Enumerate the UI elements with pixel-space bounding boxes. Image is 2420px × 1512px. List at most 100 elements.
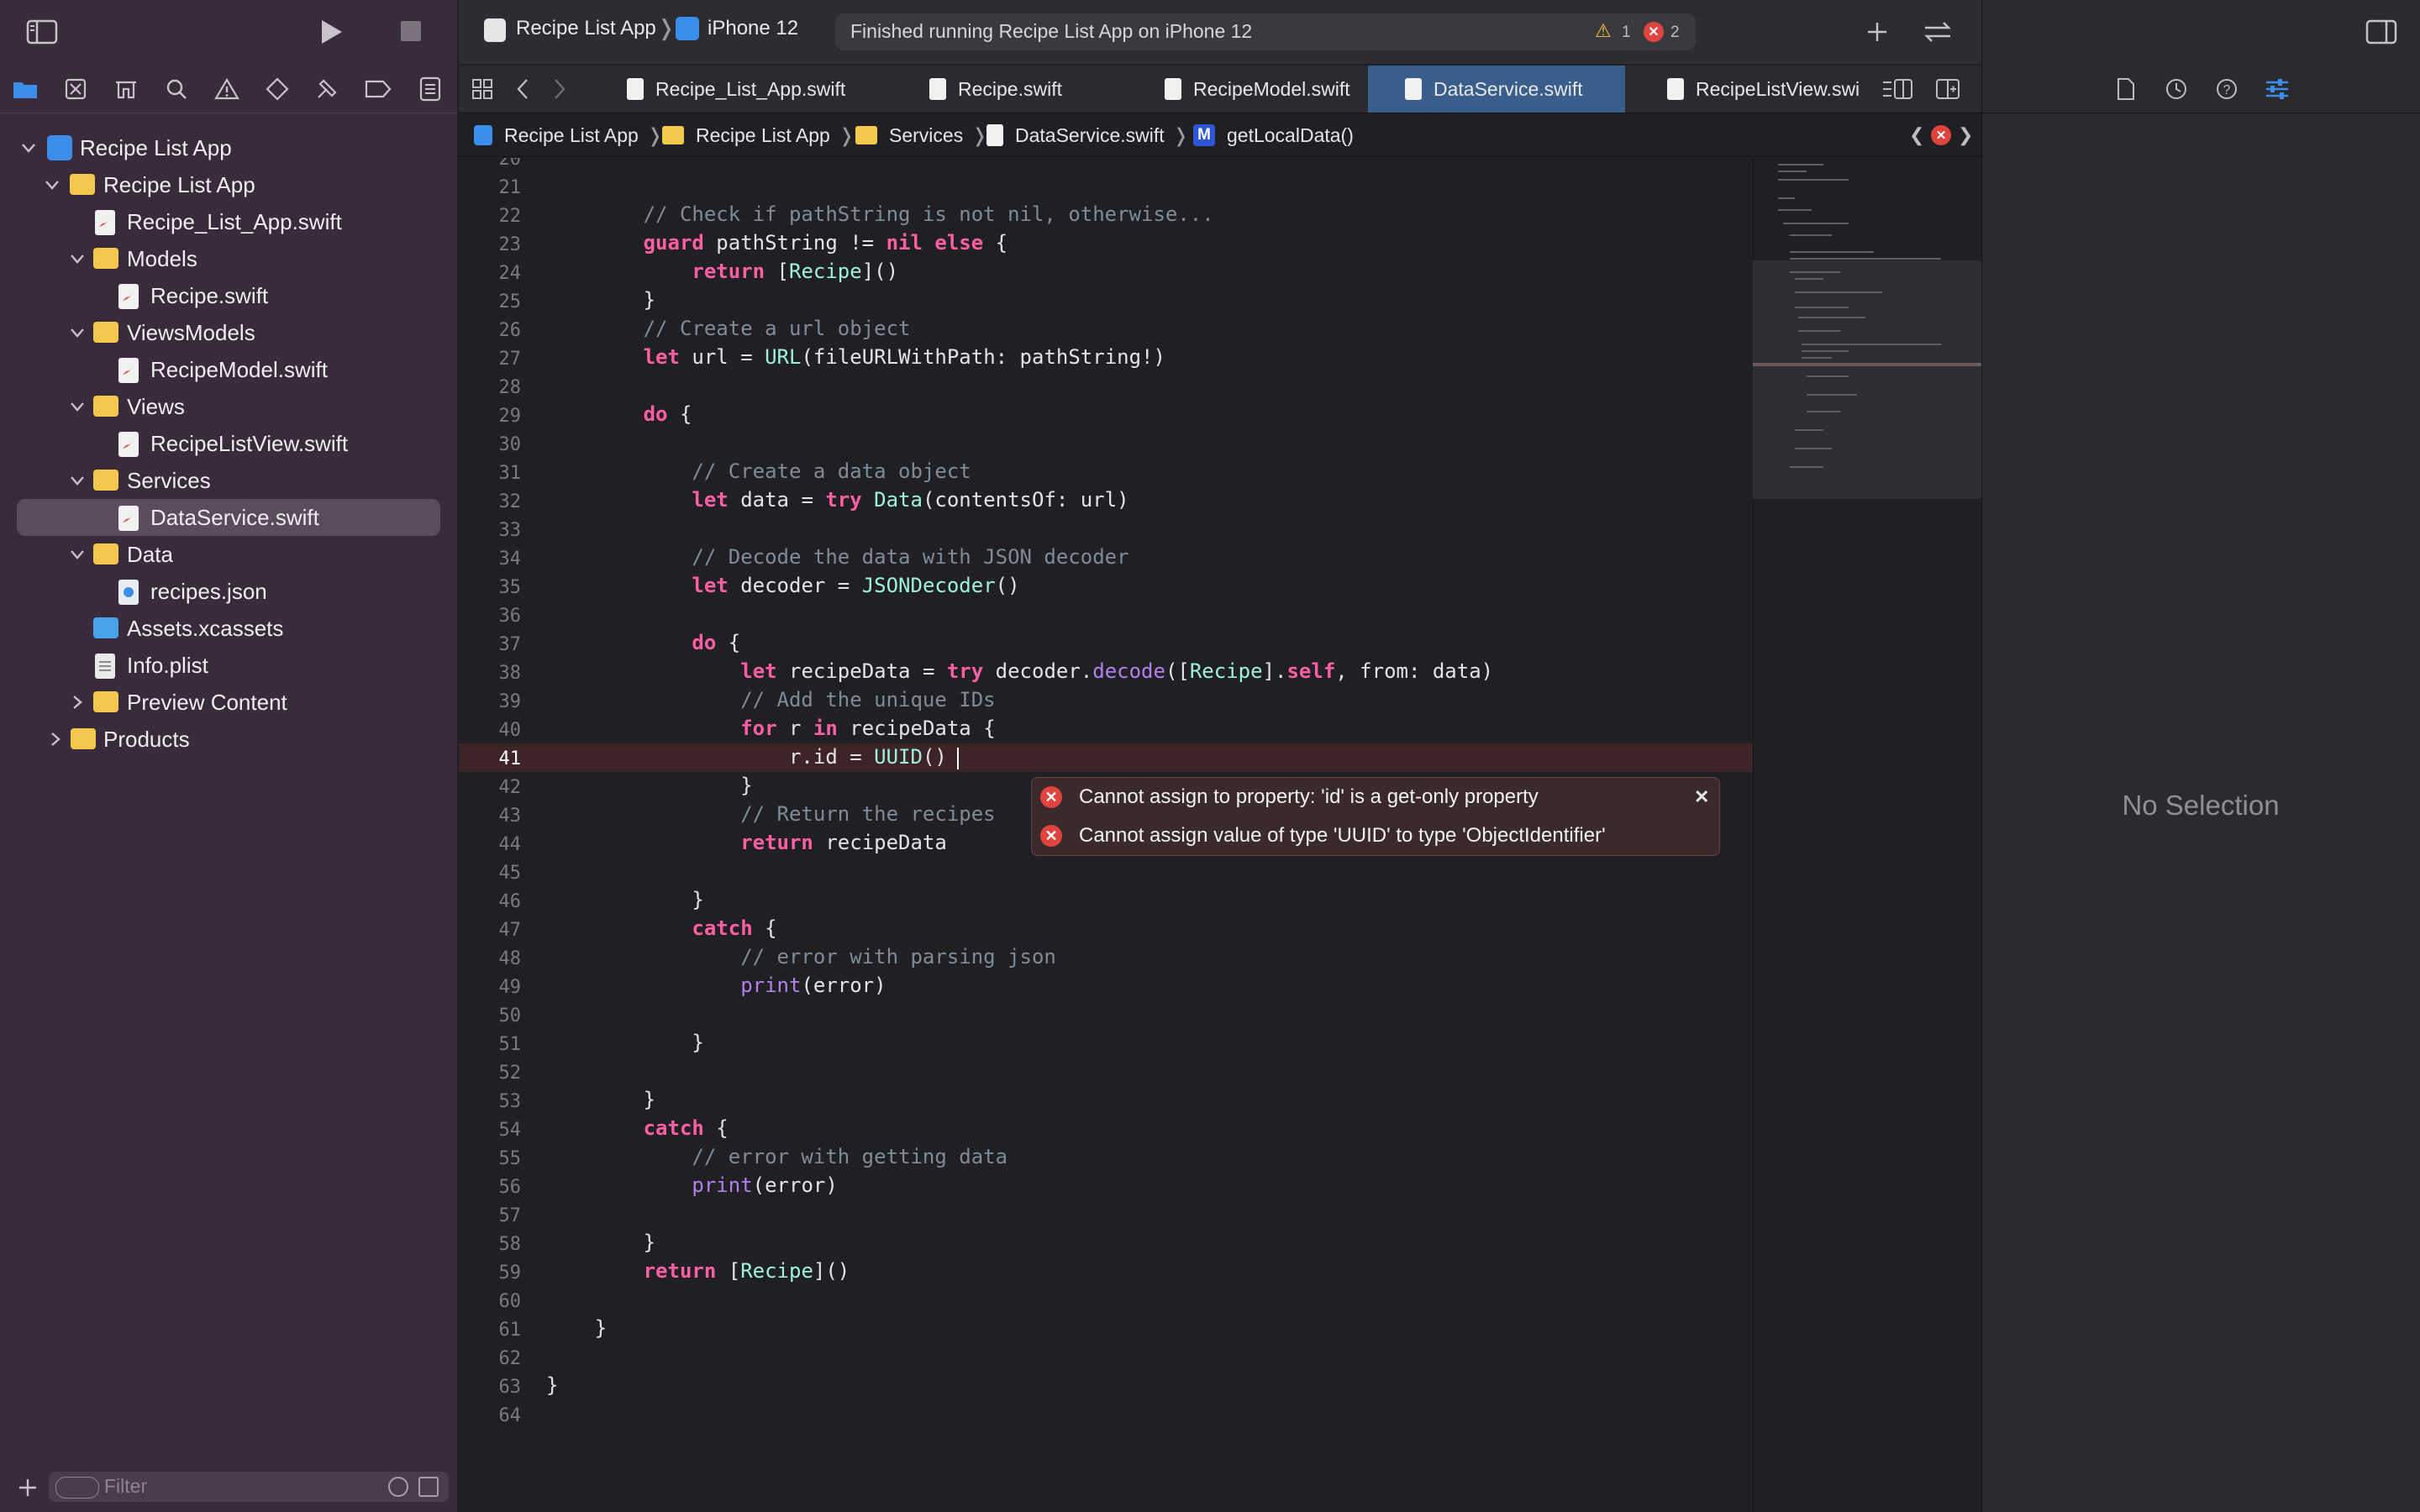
chevron-down-icon[interactable]	[69, 472, 86, 489]
help-icon[interactable]: ?	[2213, 76, 2240, 102]
scheme-selector[interactable]: Recipe List App	[516, 17, 656, 40]
breadcrumb-services[interactable]: Services ❭	[855, 114, 987, 156]
tree-item-folder[interactable]: Services	[0, 462, 457, 499]
chevron-down-icon[interactable]	[20, 139, 37, 156]
code-review-icon[interactable]	[1921, 17, 1954, 47]
code-line[interactable]: }	[546, 1088, 655, 1111]
filter-options-icon[interactable]	[55, 1477, 99, 1499]
code-line[interactable]: }	[546, 774, 752, 797]
code-line[interactable]: let url = URL(fileURLWithPath: pathStrin…	[546, 345, 1165, 369]
test-icon[interactable]	[262, 74, 292, 104]
editor-options-icon[interactable]	[1879, 76, 1916, 102]
tree-item-file[interactable]: RecipeModel.swift	[0, 351, 457, 388]
close-icon[interactable]: ✕	[1694, 786, 1709, 808]
breakpoint-icon[interactable]	[363, 74, 393, 104]
chevron-right-icon[interactable]	[47, 731, 64, 748]
recent-files-icon[interactable]	[388, 1477, 408, 1497]
previous-issue-icon[interactable]: ❮	[1909, 124, 1924, 146]
tab-recipe[interactable]: Recipe.swift	[879, 66, 1131, 113]
tree-item-folder[interactable]: Recipe List App	[0, 166, 457, 203]
code-line[interactable]: }	[546, 1231, 655, 1254]
code-line[interactable]: }	[546, 1373, 558, 1397]
code-line[interactable]: }	[546, 1316, 607, 1340]
activity-status[interactable]: Finished running Recipe List App on iPho…	[835, 13, 1696, 50]
symbol-icon[interactable]	[111, 74, 141, 104]
folder-icon[interactable]	[10, 74, 40, 104]
attributes-icon[interactable]	[2264, 76, 2291, 102]
code-line[interactable]: catch {	[546, 916, 776, 940]
tab-recipe-model[interactable]: RecipeModel.swift	[1131, 66, 1383, 113]
code-line[interactable]: guard pathString != nil else {	[546, 231, 1008, 255]
code-line[interactable]: return recipeData	[546, 831, 947, 854]
add-icon[interactable]	[1862, 17, 1892, 47]
breadcrumb-file[interactable]: DataService.swift ❭	[986, 114, 1189, 156]
chevron-down-icon[interactable]	[69, 324, 86, 341]
stop-icon[interactable]	[398, 18, 424, 44]
breadcrumb-project[interactable]: Recipe List App ❭	[474, 114, 663, 156]
run-icon[interactable]	[316, 17, 346, 47]
code-line[interactable]: do {	[546, 402, 692, 426]
error-message[interactable]: ✕ Cannot assign value of type 'UUID' to …	[1032, 816, 1606, 855]
code-line[interactable]: // Create a data object	[546, 459, 971, 483]
code-line[interactable]: let decoder = JSONDecoder()	[546, 574, 1019, 597]
code-line[interactable]: return [Recipe]()	[546, 260, 898, 283]
tab-data-service[interactable]: DataService.swift	[1368, 66, 1625, 113]
code-line[interactable]: // error with parsing json	[546, 945, 1056, 969]
split-editor-icon[interactable]	[1933, 76, 1963, 102]
chevron-down-icon[interactable]	[69, 250, 86, 267]
tree-item-folder[interactable]: Data	[0, 536, 457, 573]
tree-item-project[interactable]: Recipe List App	[0, 129, 457, 166]
code-line[interactable]: return [Recipe]()	[546, 1259, 850, 1283]
source-control-filter-icon[interactable]	[418, 1477, 439, 1497]
tab-recipe-list-app[interactable]: Recipe_List_App.swift	[627, 66, 879, 113]
code-line[interactable]: }	[546, 1031, 703, 1054]
code-line[interactable]: for r in recipeData {	[546, 717, 995, 740]
next-issue-icon[interactable]: ❯	[1958, 124, 1973, 146]
code-line[interactable]: let data = try Data(contentsOf: url)	[546, 488, 1128, 512]
code-line[interactable]: // Return the recipes	[546, 802, 995, 826]
tree-item-file[interactable]: RecipeListView.swift	[0, 425, 457, 462]
error-message[interactable]: ✕ Cannot assign to property: 'id' is a g…	[1032, 778, 1539, 816]
tree-item-folder[interactable]: Views	[0, 388, 457, 425]
inspector-toggle-icon[interactable]	[2365, 18, 2398, 45]
tree-item-file[interactable]: recipes.json	[0, 573, 457, 610]
tree-item-folder[interactable]: Preview Content	[0, 684, 457, 721]
chevron-right-icon[interactable]	[69, 694, 86, 711]
search-icon[interactable]	[161, 74, 192, 104]
tree-item-plist[interactable]: Info.plist	[0, 647, 457, 684]
breadcrumb-method[interactable]: M getLocalData()	[1193, 114, 1354, 156]
tree-item-folder[interactable]: ViewsModels	[0, 314, 457, 351]
code-line[interactable]: r.id = UUID()	[546, 745, 947, 769]
error-popover[interactable]: ✕ Cannot assign to property: 'id' is a g…	[1031, 777, 1720, 856]
chevron-down-icon[interactable]	[69, 546, 86, 563]
code-line[interactable]: }	[546, 888, 703, 911]
destination-selector[interactable]: iPhone 12	[708, 17, 798, 40]
chevron-down-icon[interactable]	[69, 398, 86, 415]
report-icon[interactable]	[415, 74, 445, 104]
sidebar-toggle-icon[interactable]	[25, 18, 59, 45]
code-line[interactable]: do {	[546, 631, 740, 654]
tab-recipe-list-view[interactable]: RecipeListView.swi	[1625, 66, 1879, 113]
add-icon[interactable]	[15, 1475, 40, 1500]
code-line[interactable]: // Add the unique IDs	[546, 688, 995, 711]
source-control-icon[interactable]	[60, 74, 91, 104]
forward-icon[interactable]	[550, 77, 570, 101]
code-line[interactable]: // Create a url object	[546, 317, 911, 340]
code-line[interactable]: // Check if pathString is not nil, other…	[546, 202, 1214, 226]
back-icon[interactable]	[513, 77, 533, 101]
file-icon[interactable]	[2112, 76, 2139, 102]
code-line[interactable]: }	[546, 288, 655, 312]
code-line[interactable]: // Decode the data with JSON decoder	[546, 545, 1128, 569]
tree-item-folder[interactable]: Models	[0, 240, 457, 277]
history-icon[interactable]	[2163, 76, 2190, 102]
filter-input[interactable]: Filter	[49, 1472, 449, 1502]
tree-item-file[interactable]: Recipe_List_App.swift	[0, 203, 457, 240]
code-line[interactable]: print(error)	[546, 1173, 837, 1197]
code-line[interactable]: print(error)	[546, 974, 886, 997]
tree-item-folder[interactable]: Products	[0, 721, 457, 758]
warning-icon[interactable]	[212, 74, 242, 104]
code-line[interactable]: let recipeData = try decoder.decode([Rec…	[546, 659, 1493, 683]
grid-icon[interactable]	[469, 76, 496, 102]
tree-item-file[interactable]: Recipe.swift	[0, 277, 457, 314]
debug-icon[interactable]	[313, 74, 343, 104]
